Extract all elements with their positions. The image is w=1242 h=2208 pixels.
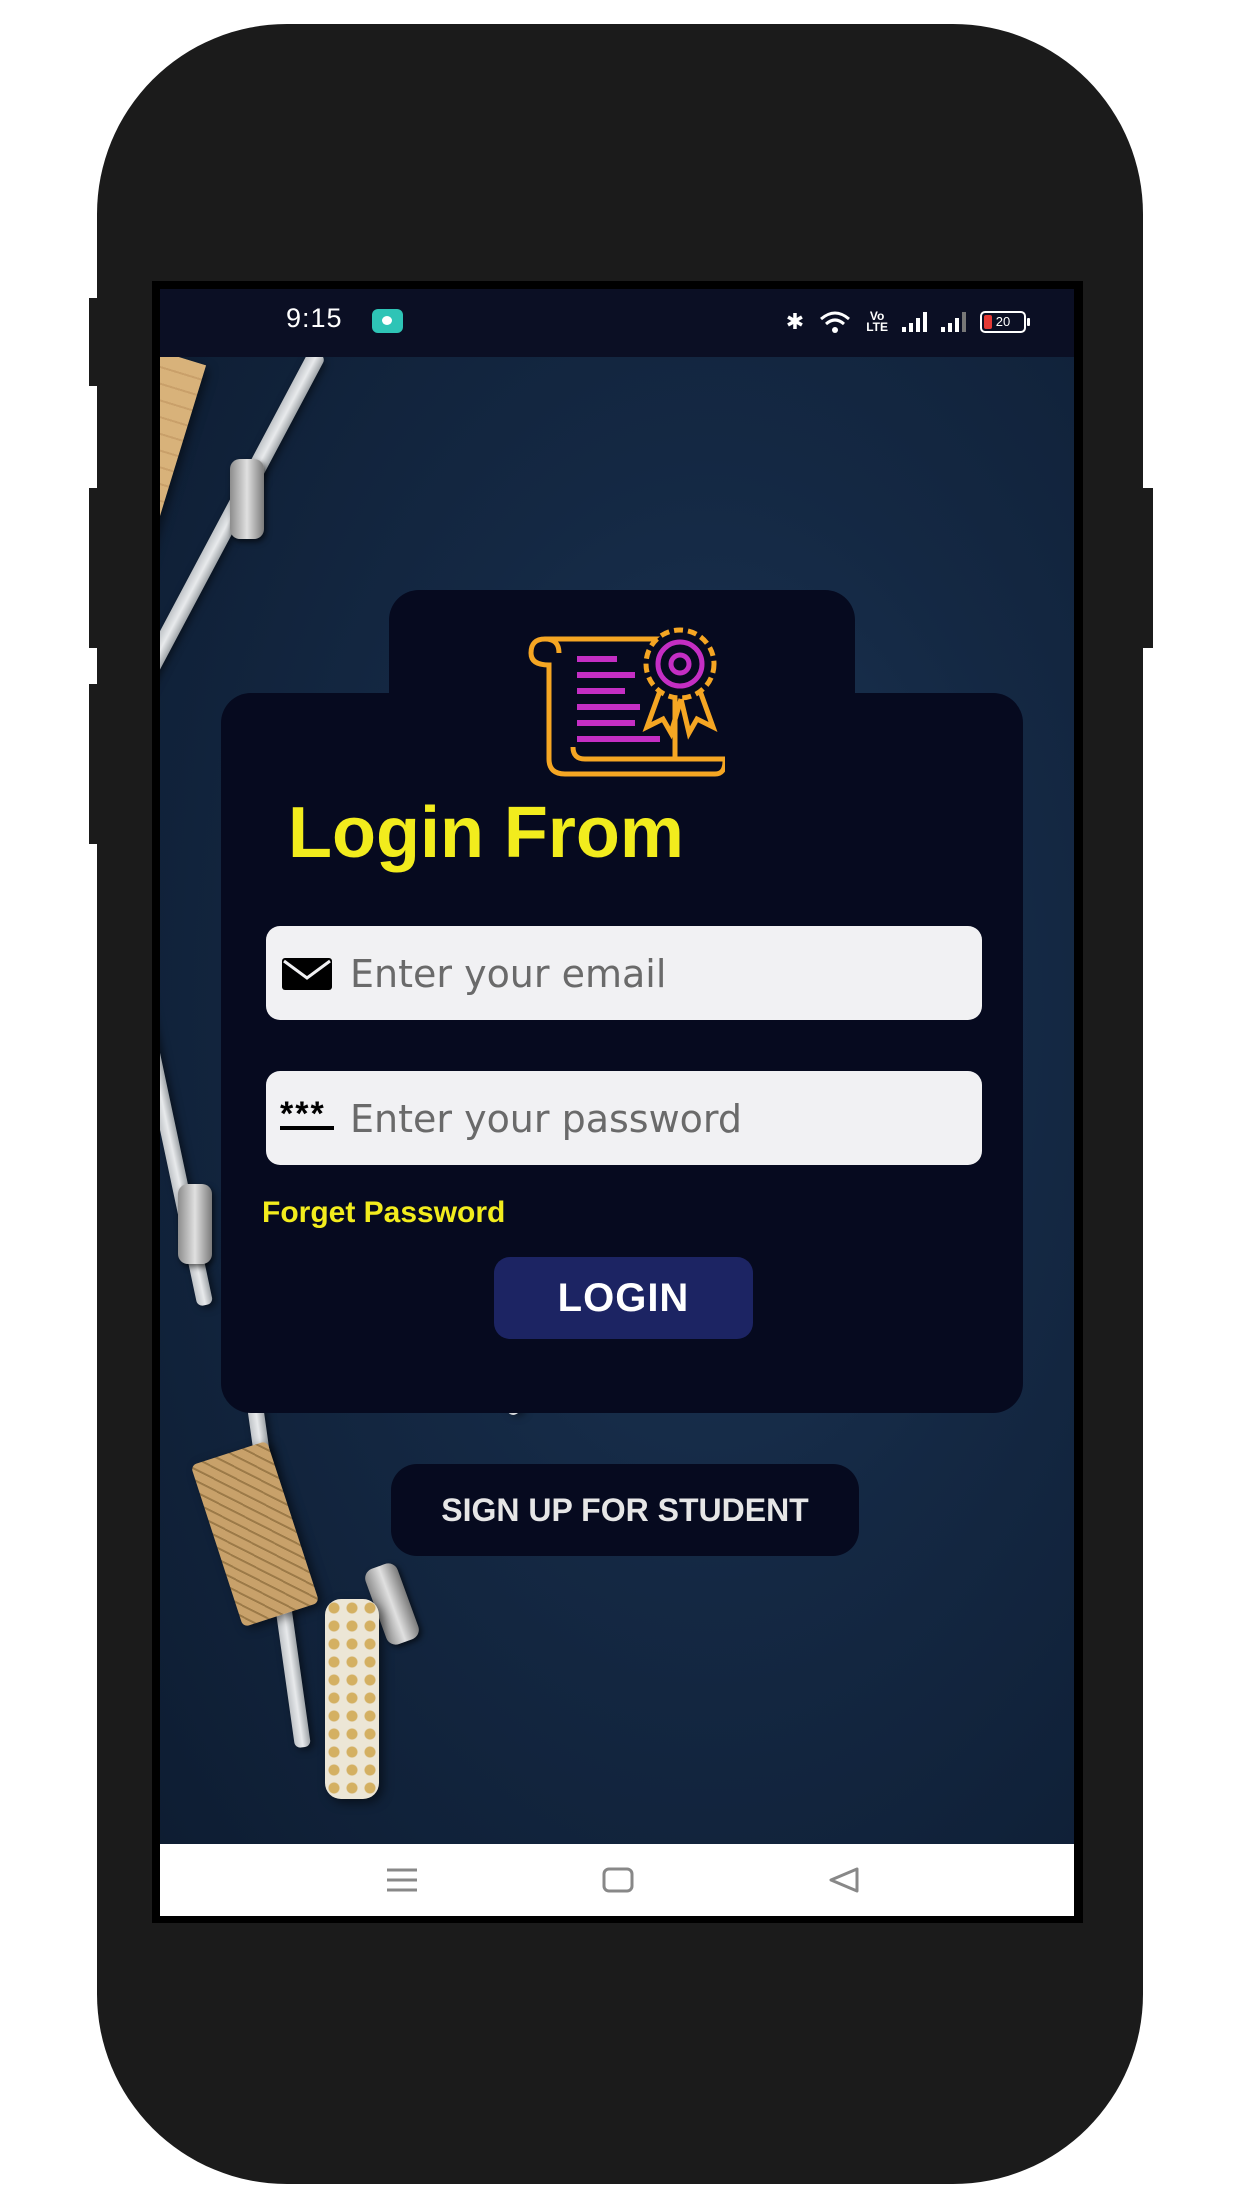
password-field[interactable]: *** (266, 1071, 982, 1167)
volte-icon: Vo LTE (866, 309, 888, 334)
power-side-button (1139, 488, 1153, 648)
mail-icon (282, 958, 332, 990)
password-input[interactable] (348, 1071, 972, 1167)
forget-password-link[interactable]: Forget Password (262, 1196, 505, 1230)
certificate-icon (528, 627, 725, 777)
wifi-icon (820, 311, 851, 333)
app-screen: 9:15 ✱ Vo LTE 20 Login From Enter your e… (160, 289, 1074, 1916)
status-time: 9:15 (286, 303, 343, 333)
email-input[interactable] (348, 926, 972, 1022)
menu-icon[interactable] (382, 1862, 422, 1898)
battery-icon: 20 (980, 311, 1030, 333)
message-notification-icon (372, 309, 403, 333)
signup-student-button[interactable]: SIGN UP FOR STUDENT (391, 1464, 859, 1556)
bluetooth-icon: ✱ (785, 309, 805, 334)
login-button[interactable]: LOGIN (494, 1257, 753, 1339)
email-field[interactable] (266, 926, 982, 1022)
navigation-bar (160, 1844, 1074, 1916)
battery-level: 20 (995, 314, 1011, 329)
binder-clip-decoration (230, 459, 264, 539)
login-title: Login From (288, 793, 684, 873)
tape-roll-decoration (325, 1599, 379, 1799)
password-icon-stars: *** (280, 1095, 326, 1133)
side-button (89, 684, 103, 844)
binder-clip-decoration (178, 1184, 212, 1264)
tape-decoration (190, 1440, 320, 1628)
signal-2-icon (941, 312, 966, 332)
back-icon[interactable] (824, 1862, 864, 1898)
volume-up-side-button (89, 298, 103, 386)
home-icon[interactable] (598, 1862, 638, 1898)
volume-down-side-button (89, 488, 103, 648)
status-icons: ✱ Vo LTE 20 (785, 305, 1030, 339)
signal-1-icon (902, 312, 927, 332)
password-icon: *** (280, 1095, 334, 1133)
status-bar: 9:15 ✱ Vo LTE 20 (160, 289, 1074, 357)
